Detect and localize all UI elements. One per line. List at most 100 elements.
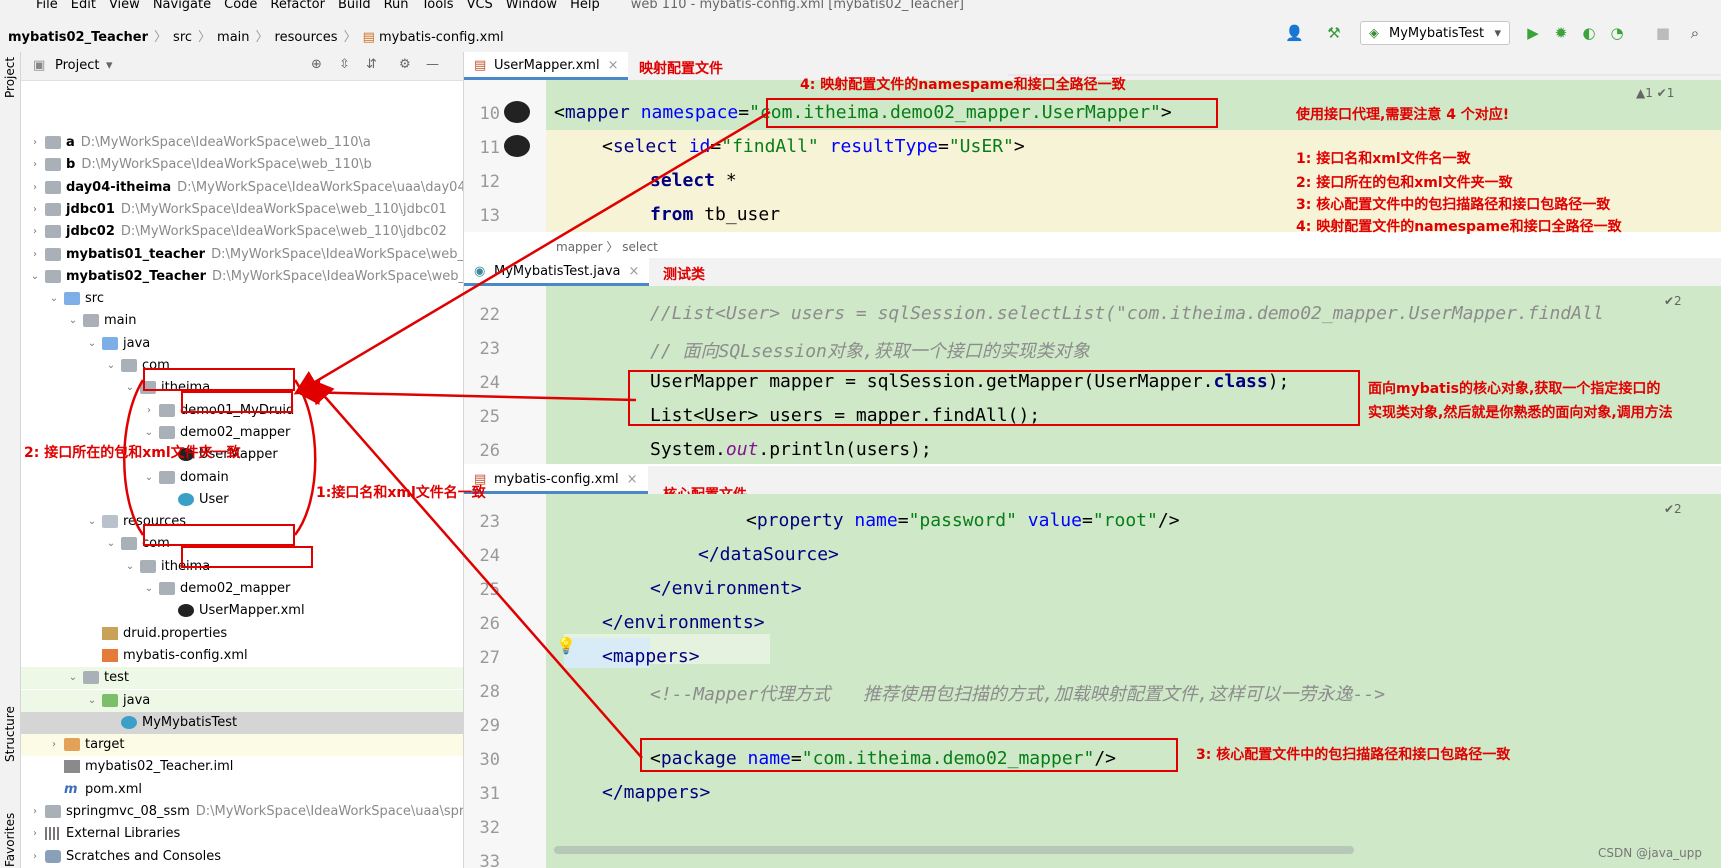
tree-item[interactable]: ⌄ src [21,288,463,310]
tree-item[interactable]: m pom.xml [21,779,463,801]
gear-icon[interactable]: ⚙ [399,57,411,72]
tab-mybatis-config-xml[interactable]: ▤ mybatis-config.xml × [464,466,648,494]
menu-build[interactable]: Build [338,0,371,11]
project-tool-tab[interactable]: Project [3,57,17,98]
chevron-down-icon[interactable]: ⌄ [86,511,98,533]
tree-item[interactable]: › mybatis01_teacher D:\MyWorkSpace\IdeaWor… [21,244,463,266]
project-panel-title[interactable]: Project [55,58,99,73]
chevron-down-icon[interactable]: ⌄ [67,310,79,332]
mybatis-bird-icon[interactable] [504,101,530,123]
chevron-down-icon[interactable]: ⌄ [124,377,136,399]
tab-mymybatistest-java[interactable]: ◉ MyMybatisTest.java × [464,258,650,286]
tree-item[interactable]: › External Libraries [21,823,463,845]
tree-item[interactable]: › target [21,734,463,757]
chevron-down-icon[interactable]: ⌄ [86,690,98,712]
menu-file[interactable]: File [36,0,58,11]
expand-all-icon[interactable]: ⇳ [339,57,350,72]
tree-item[interactable]: › Scratches and Consoles [21,846,463,868]
structure-tool-tab[interactable]: Structure [3,706,17,762]
chevron-right-icon[interactable]: › [29,177,41,199]
chevron-right-icon[interactable]: › [29,154,41,176]
chevron-down-icon[interactable]: ⌄ [105,355,117,377]
chevron-right-icon[interactable]: › [48,734,60,756]
menu-view[interactable]: View [109,0,140,11]
debug-icon[interactable]: ✹ [1552,24,1570,42]
menu-tools[interactable]: Tools [422,0,454,11]
tree-item[interactable]: ⌄ mybatis02_Teacher D:\MyWorkSpace\IdeaWor… [21,266,463,288]
chevron-right-icon[interactable]: › [29,244,41,266]
minimize-icon[interactable]: — [426,57,439,72]
mybatis-bird-icon[interactable] [504,135,530,157]
chevron-right-icon[interactable]: › [29,199,41,221]
run-icon[interactable]: ▶ [1524,24,1542,42]
coverage-icon[interactable]: ◐ [1580,24,1598,42]
menu-vcs[interactable]: VCS [467,0,493,11]
chevron-down-icon[interactable]: ⌄ [105,533,117,555]
chevron-right-icon[interactable]: › [29,846,41,868]
chevron-down-icon[interactable]: ⌄ [143,422,155,444]
inspection-widget[interactable]: ▲1 ✔1 [1636,86,1674,100]
tree-item[interactable]: ⌄ main [21,310,463,332]
breadcrumb-src[interactable]: src [173,30,192,45]
run-configuration-select[interactable]: ◈ MyMybatisTest ▾ [1360,21,1510,45]
tree-item[interactable]: ⌄ demo02_mapper [21,578,463,600]
breadcrumb-main[interactable]: main [217,30,249,45]
tree-item[interactable]: ⌄ java [21,333,463,355]
user-icon[interactable]: 👤 [1285,24,1304,42]
locate-icon[interactable]: ⊕ [311,57,322,72]
lightbulb-icon[interactable]: 💡 [556,636,576,655]
chevron-right-icon[interactable]: › [29,132,41,154]
chevron-down-icon[interactable]: ⌄ [143,467,155,489]
chevron-down-icon[interactable]: ⌄ [29,266,41,288]
chevron-right-icon[interactable]: › [29,221,41,243]
chevron-down-icon[interactable]: ⌄ [124,556,136,578]
favorites-tool-tab[interactable]: Favorites [3,813,17,867]
menu-window[interactable]: Window [506,0,557,11]
profile-icon[interactable]: ◔ [1608,24,1626,42]
build-hammer-icon[interactable]: ⚒ [1325,24,1343,42]
tree-item[interactable]: ⌄ demo02_mapper [21,422,463,444]
breadcrumb-resources[interactable]: resources [275,30,338,45]
inspection-widget[interactable]: ✔2 [1664,294,1682,308]
menu-navigate[interactable]: Navigate [153,0,211,11]
close-icon[interactable]: × [629,264,640,279]
tree-item[interactable]: › a D:\MyWorkSpace\IdeaWorkSpace\web_110\a [21,132,463,154]
search-icon[interactable]: ⌕ [1686,24,1704,42]
menu-run[interactable]: Run [384,0,409,11]
close-icon[interactable]: × [608,58,619,73]
chevron-right-icon[interactable]: › [29,801,41,823]
chevron-right-icon[interactable]: › [29,823,41,845]
close-icon[interactable]: × [627,472,638,487]
tree-item[interactable]: ⌄ java [21,689,463,712]
tree-item[interactable]: › b D:\MyWorkSpace\IdeaWorkSpace\web_110\b [21,154,463,176]
tree-item[interactable]: UserMapper.xml [21,600,463,622]
editor-mybatis-config-xml: ▤mybatis-config.xml× 核心配置文件 23 24 25 26 … [464,466,1721,868]
chevron-down-icon[interactable]: ▾ [106,58,113,73]
tree-item[interactable]: ⌄ test [21,667,463,690]
tree-item[interactable]: druid.properties [21,623,463,645]
tree-item[interactable]: › day04-itheima D:\MyWorkSpace\IdeaWorkSpa… [21,177,463,199]
inspection-widget[interactable]: ✔2 [1664,502,1682,516]
chevron-down-icon[interactable]: ⌄ [143,578,155,600]
breadcrumb-file[interactable]: mybatis-config.xml [379,30,504,45]
line-number: 12 [479,172,500,192]
tab-usermapper-xml[interactable]: ▤ UserMapper.xml × [464,52,629,80]
chevron-down-icon[interactable]: ⌄ [86,333,98,355]
tree-item[interactable]: MyMybatisTest [21,711,463,734]
tree-item[interactable]: mybatis-config.xml [21,645,463,667]
chevron-down-icon[interactable]: ⌄ [67,667,79,689]
tree-item[interactable]: › jdbc01 D:\MyWorkSpace\IdeaWorkSpace\web_… [21,199,463,221]
stop-icon[interactable]: ■ [1654,24,1672,42]
menu-refactor[interactable]: Refactor [270,0,325,11]
menu-code[interactable]: Code [224,0,257,11]
horizontal-scrollbar[interactable] [554,846,1354,854]
collapse-all-icon[interactable]: ⇵ [366,57,377,72]
chevron-down-icon[interactable]: ⌄ [48,288,60,310]
menu-edit[interactable]: Edit [71,0,96,11]
tree-item[interactable]: › springmvc_08_ssm D:\MyWorkSpace\IdeaWork… [21,801,463,823]
menu-help[interactable]: Help [570,0,600,11]
chevron-right-icon[interactable]: › [143,400,155,422]
tree-item[interactable]: mybatis02_Teacher.iml [21,756,463,778]
breadcrumb-project[interactable]: mybatis02_Teacher [8,30,148,45]
tree-item[interactable]: › jdbc02 D:\MyWorkSpace\IdeaWorkSpace\web_… [21,221,463,243]
